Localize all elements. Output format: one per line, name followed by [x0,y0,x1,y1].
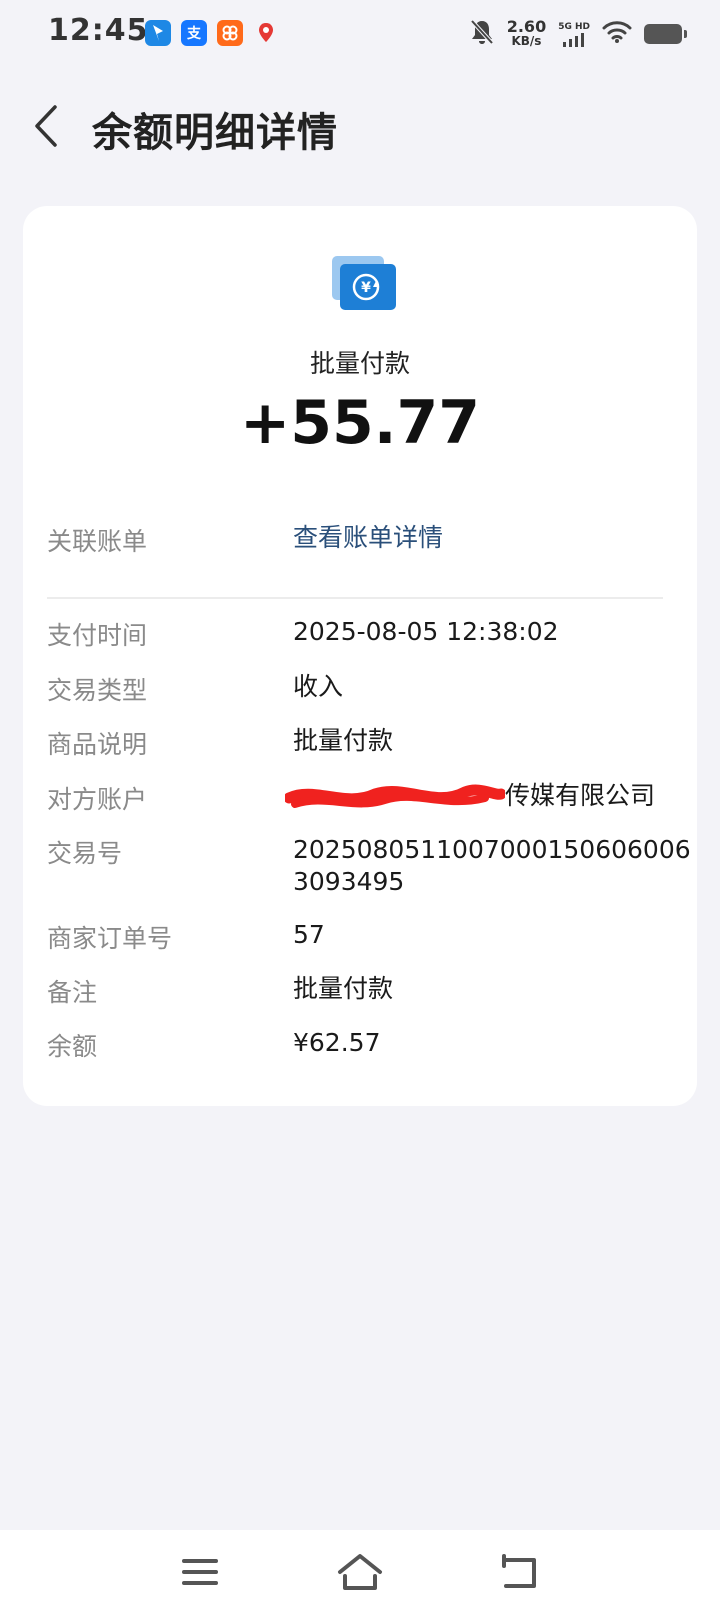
alipay-icon: 支 [181,20,207,46]
wifi-icon [602,20,632,48]
transaction-type: 批量付款 [309,349,410,378]
system-nav-bar [0,1530,720,1612]
page-title: 余额明细详情 [92,110,338,156]
merchant-order-value: 57 [293,920,325,949]
menu-icon [182,1559,218,1585]
product-value: 批量付款 [293,726,394,755]
notification-icons: 支 [145,20,279,46]
transaction-amount: +55.77 [239,388,481,458]
pay-time-value: 2025-08-05 12:38:02 [293,617,559,646]
signal-bars-icon [563,32,585,47]
balance-value: ¥62.57 [293,1028,381,1057]
battery-icon [644,24,687,44]
tx-type-label: 交易类型 [47,676,148,705]
detail-card: ¥ 批量付款 +55.77 关联账单 查看账单详情 支付时间 2025-08-0… [23,206,697,1106]
divider [47,597,663,599]
network-speed: 2.60 KB/s [507,19,546,49]
svg-text:¥: ¥ [361,280,371,296]
location-pin-icon [253,20,279,46]
merchant-order-label: 商家订单号 [47,924,173,953]
status-bar: 12:45 支 2.60 KB/s 5G HD [0,0,720,66]
menu-button[interactable] [172,1544,228,1600]
taobao-icon [217,20,243,46]
transfer-money-icon: ¥ [332,256,396,310]
view-bill-details-link[interactable]: 查看账单详情 [293,522,713,554]
back-nav-button[interactable] [492,1544,548,1600]
note-value: 批量付款 [293,974,394,1003]
tx-type-value: 收入 [293,672,344,701]
mute-bell-icon [469,18,495,50]
tx-number-value: 2025080511007000150606006 3093495 [293,835,691,896]
return-icon [502,1554,536,1588]
cellular-signal: 5G HD [558,22,590,47]
pay-time-label: 支付时间 [47,621,148,650]
tx-number-label: 交易号 [47,839,123,868]
home-button[interactable] [332,1544,388,1600]
redaction-scribble [285,784,505,808]
network-speed-value: 2.60 [506,17,547,36]
chevron-left-icon [35,105,57,147]
signal-tag: 5G HD [558,21,590,32]
balance-label: 余额 [47,1032,98,1061]
network-speed-unit: KB/s [511,34,542,48]
home-icon [338,1554,382,1590]
status-time: 12:45 [48,13,149,48]
status-indicators: 2.60 KB/s 5G HD [469,16,687,52]
app-notification-icon [145,20,171,46]
header: 余额明细详情 [0,86,720,166]
linked-bill-label: 关联账单 [47,527,148,556]
counterparty-label: 对方账户 [47,785,148,814]
product-label: 商品说明 [47,730,148,759]
note-label: 备注 [47,978,98,1007]
back-button[interactable] [26,96,66,156]
